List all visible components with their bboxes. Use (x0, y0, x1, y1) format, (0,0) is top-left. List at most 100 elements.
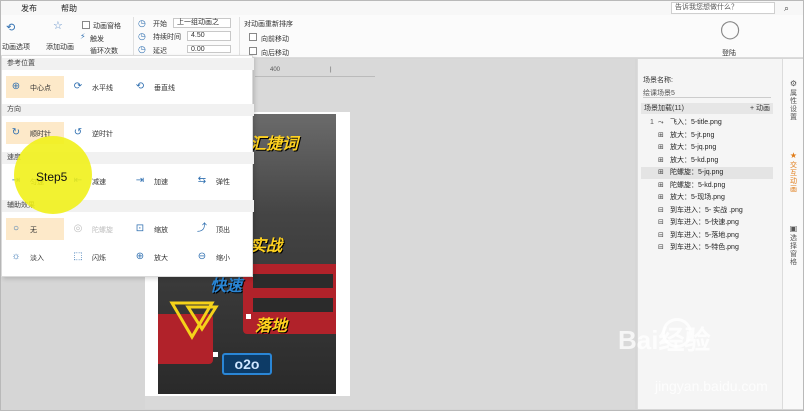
ribbon-separator (133, 17, 134, 55)
animation-type-icon: ⊞ (658, 131, 664, 139)
option-flash[interactable]: ⬚ 闪烁 (68, 246, 126, 268)
option-counterclockwise[interactable]: ↺ 逆时针 (68, 122, 126, 144)
option-label: 减速 (92, 179, 106, 186)
animation-row[interactable]: ⊞ 放大：5-现场.png (641, 192, 773, 204)
animation-row[interactable]: ⊟ 到车进入：5-特色.png (641, 242, 773, 254)
animation-row[interactable]: ⊟ 到车进入：5-落地.png (641, 230, 773, 242)
animation-row-label: 放大：5-jt.png (670, 131, 715, 139)
animation-row-label: 放大：5-现场.png (670, 194, 725, 201)
option-pop-out[interactable]: ⤴ 顶出 (192, 218, 250, 240)
rail-interaction[interactable]: ★ 交互动画 (783, 151, 804, 194)
animation-row-label: 到车进入：5-特色.png (670, 244, 739, 251)
menu-publish[interactable]: 发布 (21, 3, 37, 14)
anim-pane-label[interactable]: 动画窗格 (93, 21, 121, 31)
anim-pane-checkbox[interactable] (82, 21, 90, 29)
option-label: 闪烁 (92, 255, 106, 262)
horizontal-icon: ⟳ (73, 81, 83, 92)
fade-in-icon: ☼ (11, 251, 21, 262)
center-icon: ⊕ (11, 81, 21, 92)
menu-bar: 发布 帮助 告诉我您想做什么？ ⌕ (1, 1, 803, 15)
move-forward-button[interactable]: 向前移动 (261, 34, 289, 44)
animation-type-icon: ⊞ (658, 144, 664, 151)
option-label: 陀螺旋 (92, 227, 113, 234)
animation-row[interactable]: 1 ⤳ 飞入：5-title.png (641, 117, 773, 129)
option-fade-in[interactable]: ☼ 淡入 (6, 246, 64, 268)
search-input[interactable]: 告诉我您想做什么？ (671, 2, 775, 14)
watermark-url: jingyan.baidu.com (655, 378, 768, 394)
reorder-title: 对动画重新排序 (244, 21, 293, 28)
anim-options-label[interactable]: 动画选项 (2, 42, 30, 52)
animation-row[interactable]: ⊞ 放大：5-kd.png (641, 155, 773, 167)
animation-row-label: 飞入：5-title.png (670, 119, 722, 126)
ruler-mark: 400 (270, 67, 281, 73)
option-vertical[interactable]: ⟲ 垂直线 (130, 76, 188, 98)
trigger-label[interactable]: 触发 (90, 34, 104, 44)
vertical-icon: ⟲ (135, 81, 145, 92)
option-elastic[interactable]: ⇆ 弹性 (192, 170, 250, 192)
option-scale[interactable]: ⊡ 缩放 (130, 218, 188, 240)
slide-word-title[interactable]: 汇捷词 (250, 130, 298, 154)
option-center-point[interactable]: ⊕ 中心点 (6, 76, 64, 98)
rail-properties[interactable]: ⚙ 属性设置 (783, 79, 804, 122)
option-accelerate[interactable]: ⇥ 加速 (130, 170, 188, 192)
triangle-shape[interactable] (168, 299, 220, 341)
add-anim-label[interactable]: 添加动画 (46, 42, 74, 52)
option-horizontal[interactable]: ⟳ 水平线 (68, 76, 126, 98)
start-select[interactable]: 上一组动画之 (173, 18, 231, 28)
add-anim-button[interactable]: + 动画 (750, 103, 770, 114)
slide-word-luodi[interactable]: 落地 (255, 312, 287, 336)
user-icon[interactable]: ◯ (720, 19, 740, 40)
ribbon-separator (239, 17, 240, 55)
option-label: 放大 (154, 255, 168, 262)
ribbon: ⟲ 动画选项 ☆ 添加动画 动画窗格 ⚡ 触发 循环次数 ◷ 开始 上一组动画之… (1, 15, 803, 58)
gyro-icon: ◎ (73, 223, 83, 234)
delay-input[interactable]: 0.00 (187, 45, 231, 53)
search-icon[interactable]: ⌕ (784, 3, 789, 14)
option-label: 淡入 (30, 255, 44, 262)
animation-row-label: 到车进入：5-快速.png (670, 219, 739, 226)
slide-word-shizhan[interactable]: 实战 (250, 232, 282, 256)
right-rail: ⚙ 属性设置 ★ 交互动画 ▣ 选择窗格 (782, 59, 803, 409)
dot-shape (246, 314, 251, 319)
slide-word-o2o[interactable]: o2o (222, 353, 272, 375)
option-none[interactable]: ○ 无 (6, 218, 64, 240)
animation-row[interactable]: ⊞ 陀螺旋：5-jq.png (641, 167, 773, 179)
menu-help[interactable]: 帮助 (61, 3, 77, 14)
none-icon: ○ (12, 223, 20, 234)
option-label: 逆时针 (92, 131, 113, 138)
animation-type-icon: ⊟ (658, 231, 664, 239)
animation-type-icon: ⊟ (658, 219, 664, 226)
option-label: 无 (30, 227, 37, 234)
scene-name-input[interactable]: 绘课场景5 (643, 88, 771, 98)
animation-row[interactable]: ⊞ 放大：5-jt.png (641, 130, 773, 142)
option-zoom-out[interactable]: ⊖ 缩小 (192, 246, 250, 268)
move-forward-icon[interactable] (249, 33, 257, 41)
step-label: Step5 (36, 170, 68, 184)
animation-row[interactable]: ⊞ 陀螺旋：5-kd.png (641, 180, 773, 192)
option-gyro[interactable]: ◎ 陀螺旋 (68, 218, 126, 240)
delay-icon: ◷ (138, 44, 146, 54)
option-label: 中心点 (30, 85, 51, 92)
login-button[interactable]: 登陆 (722, 48, 736, 58)
animation-row[interactable]: ⊟ 到车进入：5-快速.png (641, 217, 773, 229)
option-label: 缩放 (154, 227, 168, 234)
animation-type-icon: ⊞ (658, 156, 664, 164)
row-number: 1 (650, 119, 654, 126)
move-backward-button[interactable]: 向后移动 (261, 48, 289, 58)
animation-row[interactable]: ⊟ 到车进入：5- 实战 .png (641, 205, 773, 217)
scale-icon: ⊡ (135, 223, 145, 234)
rail-selection-pane[interactable]: ▣ 选择窗格 (783, 224, 804, 267)
animation-type-icon: ⤳ (658, 119, 664, 126)
trigger-icon[interactable]: ⚡ (80, 32, 86, 41)
duration-input[interactable]: 4.50 (187, 31, 231, 41)
move-backward-icon[interactable] (249, 47, 257, 55)
anim-options-icon[interactable]: ⟲ (6, 21, 15, 34)
animation-row-label: 放大：5-kd.png (670, 156, 719, 164)
animation-type-icon: ⊞ (658, 194, 664, 201)
accelerate-icon: ⇥ (135, 175, 145, 186)
layers-icon: ▣ (789, 224, 798, 233)
star-icon[interactable]: ☆ (53, 19, 63, 32)
animation-row[interactable]: ⊞ 放大：5-jq.png (641, 142, 773, 154)
option-label: 垂直线 (154, 85, 175, 92)
option-zoom-in[interactable]: ⊕ 放大 (130, 246, 188, 268)
